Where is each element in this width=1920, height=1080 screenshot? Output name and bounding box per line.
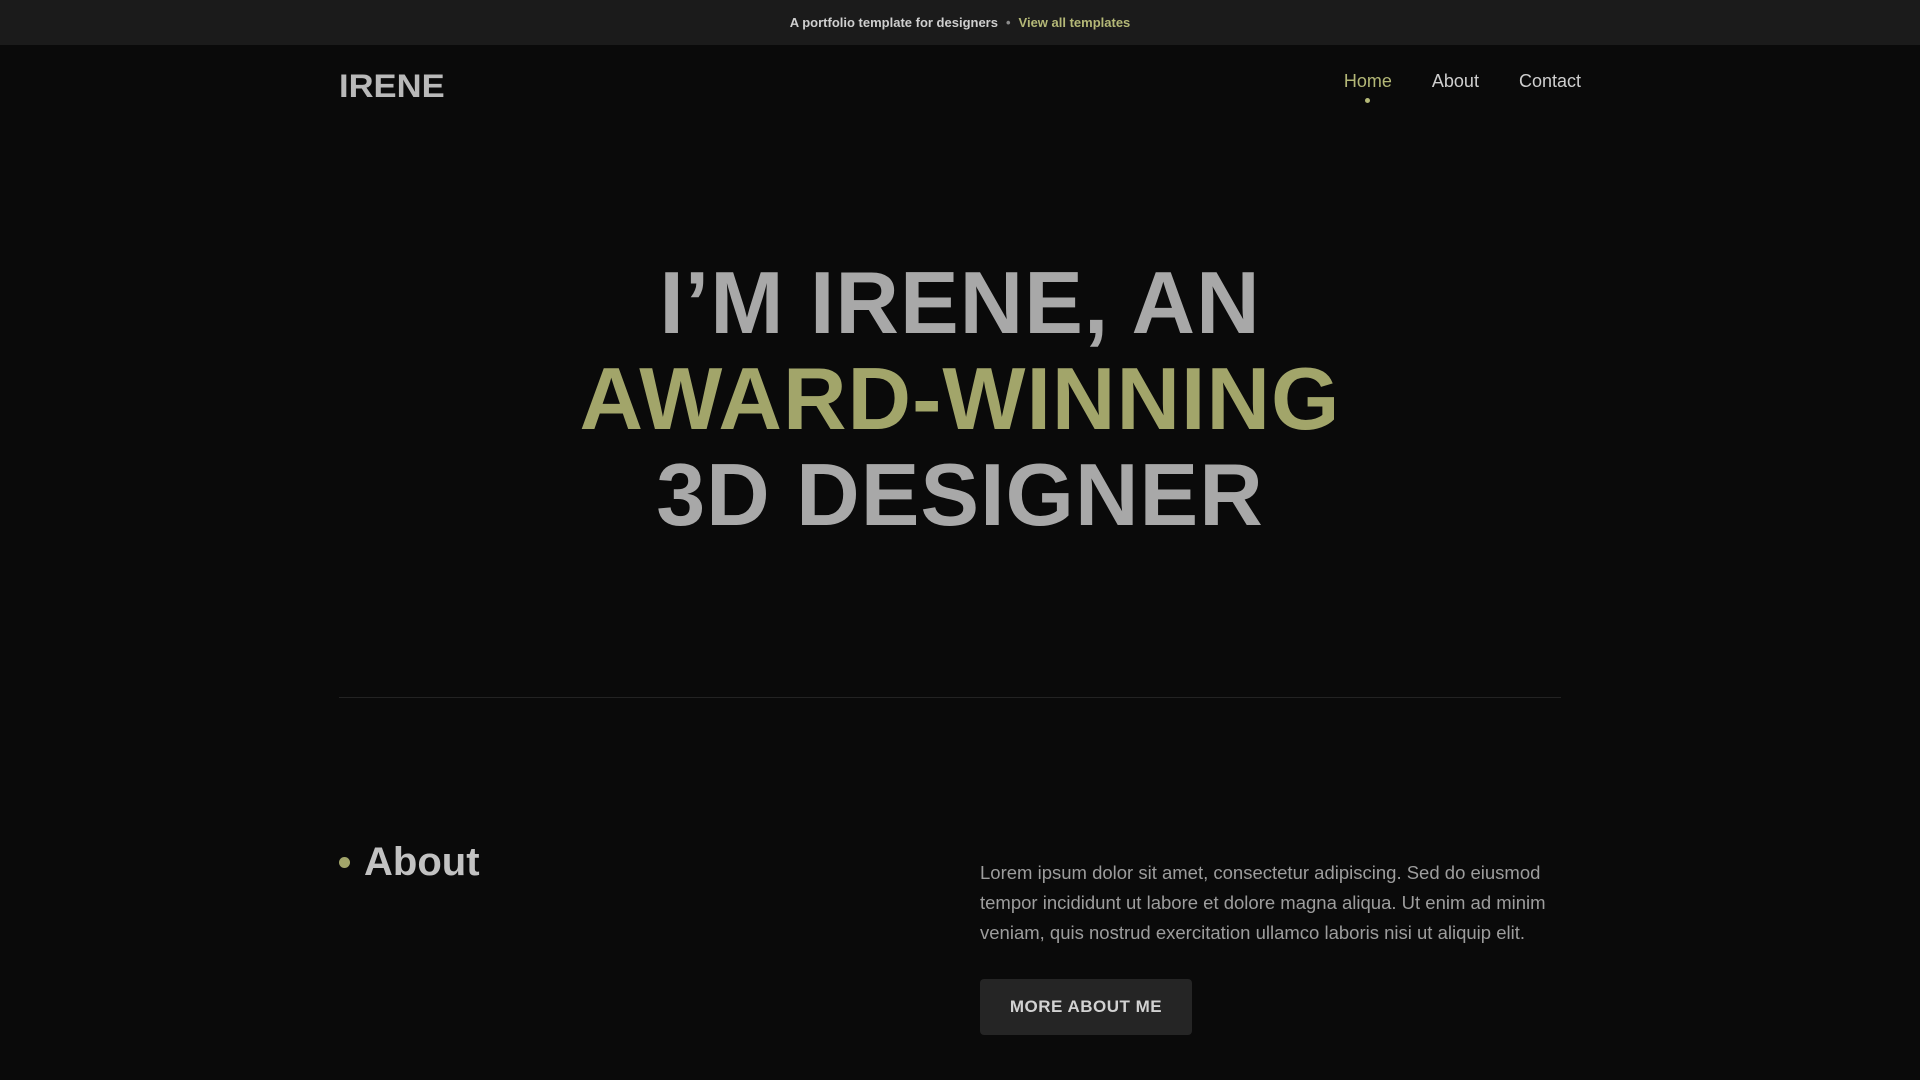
more-about-me-button[interactable]: MORE ABOUT ME [980,979,1192,1035]
section-divider [339,697,1561,698]
about-title: About [364,840,480,884]
nav-item-home[interactable]: Home [1343,71,1392,103]
hero-line-2-accent: AWARD-WINNING [579,349,1341,448]
nav-item-about[interactable]: About [1432,71,1479,92]
hero-headline: I’M IRENE, AN AWARD-WINNING 3D DESIGNER [0,255,1920,543]
bullet-dot-icon [339,857,350,868]
hero-line-3: 3D DESIGNER [656,445,1264,544]
about-section-heading: About [339,840,480,885]
site-header: IRENE Home About Contact [0,45,1920,120]
nav-item-contact[interactable]: Contact [1519,71,1581,92]
nav-item-label: About [1431,71,1479,91]
announcement-bar: A portfolio template for designers • Vie… [0,0,1920,45]
hero-line-1: I’M IRENE, AN [659,253,1261,352]
nav-item-label: Contact [1518,71,1581,91]
announcement-text: A portfolio template for designers [789,15,998,30]
site-logo[interactable]: IRENE [339,68,445,105]
announcement-separator: • [1005,15,1011,30]
active-indicator-dot [1365,98,1371,103]
main-nav: Home About Contact [1343,71,1581,103]
about-description: Lorem ipsum dolor sit amet, consectetur … [980,862,1546,943]
view-all-templates-link[interactable]: View all templates [1019,15,1131,30]
nav-item-label: Home [1343,71,1392,91]
